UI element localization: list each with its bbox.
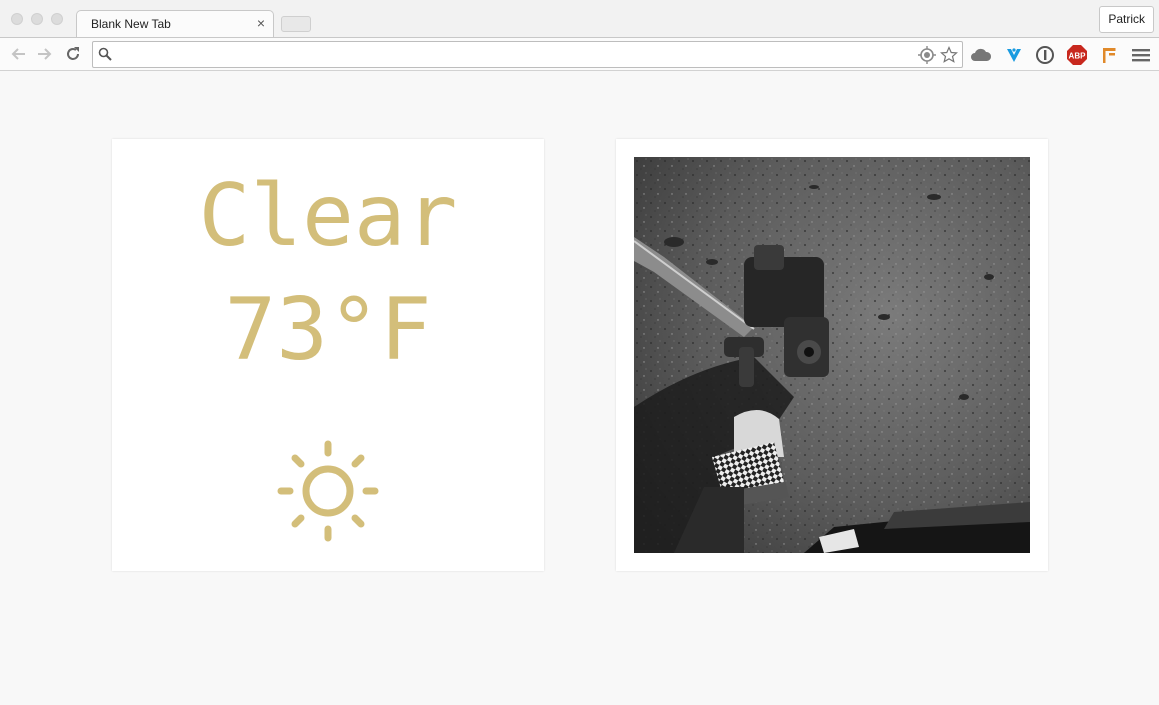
v-extension-icon[interactable] <box>1003 44 1025 66</box>
star-icon[interactable] <box>940 46 958 64</box>
window-titlebar: Blank New Tab × Patrick <box>0 0 1159 38</box>
reload-icon[interactable] <box>63 44 83 64</box>
cloud-icon[interactable] <box>970 44 992 66</box>
adblock-icon[interactable]: ABP <box>1066 44 1088 66</box>
active-tab[interactable]: Blank New Tab × <box>76 10 274 38</box>
new-tab-button[interactable] <box>281 16 311 32</box>
forward-icon[interactable] <box>35 44 55 64</box>
location-icon[interactable] <box>918 46 936 64</box>
onepassword-icon[interactable] <box>1034 44 1056 66</box>
weather-condition: Clear <box>198 166 458 266</box>
browser-toolbar: ABP <box>0 37 1159 71</box>
tab-title: Blank New Tab <box>91 17 171 31</box>
profile-button[interactable]: Patrick <box>1099 6 1154 33</box>
tab-close-icon[interactable]: × <box>257 15 265 31</box>
menu-icon[interactable] <box>1130 44 1152 66</box>
sun-icon <box>277 440 379 542</box>
minimize-window-button[interactable] <box>31 13 43 25</box>
address-input[interactable] <box>117 44 897 65</box>
zoom-window-button[interactable] <box>51 13 63 25</box>
weather-card: Clear 73°F <box>112 139 544 571</box>
adblock-label: ABP <box>1069 52 1087 61</box>
weather-temperature: 73°F <box>224 280 432 380</box>
flag-extension-icon[interactable] <box>1098 44 1120 66</box>
photo-card <box>616 139 1048 571</box>
search-icon <box>98 47 112 66</box>
close-window-button[interactable] <box>11 13 23 25</box>
address-bar[interactable] <box>92 41 963 68</box>
back-icon[interactable] <box>8 44 28 64</box>
mars-rover-photo <box>634 157 1030 553</box>
